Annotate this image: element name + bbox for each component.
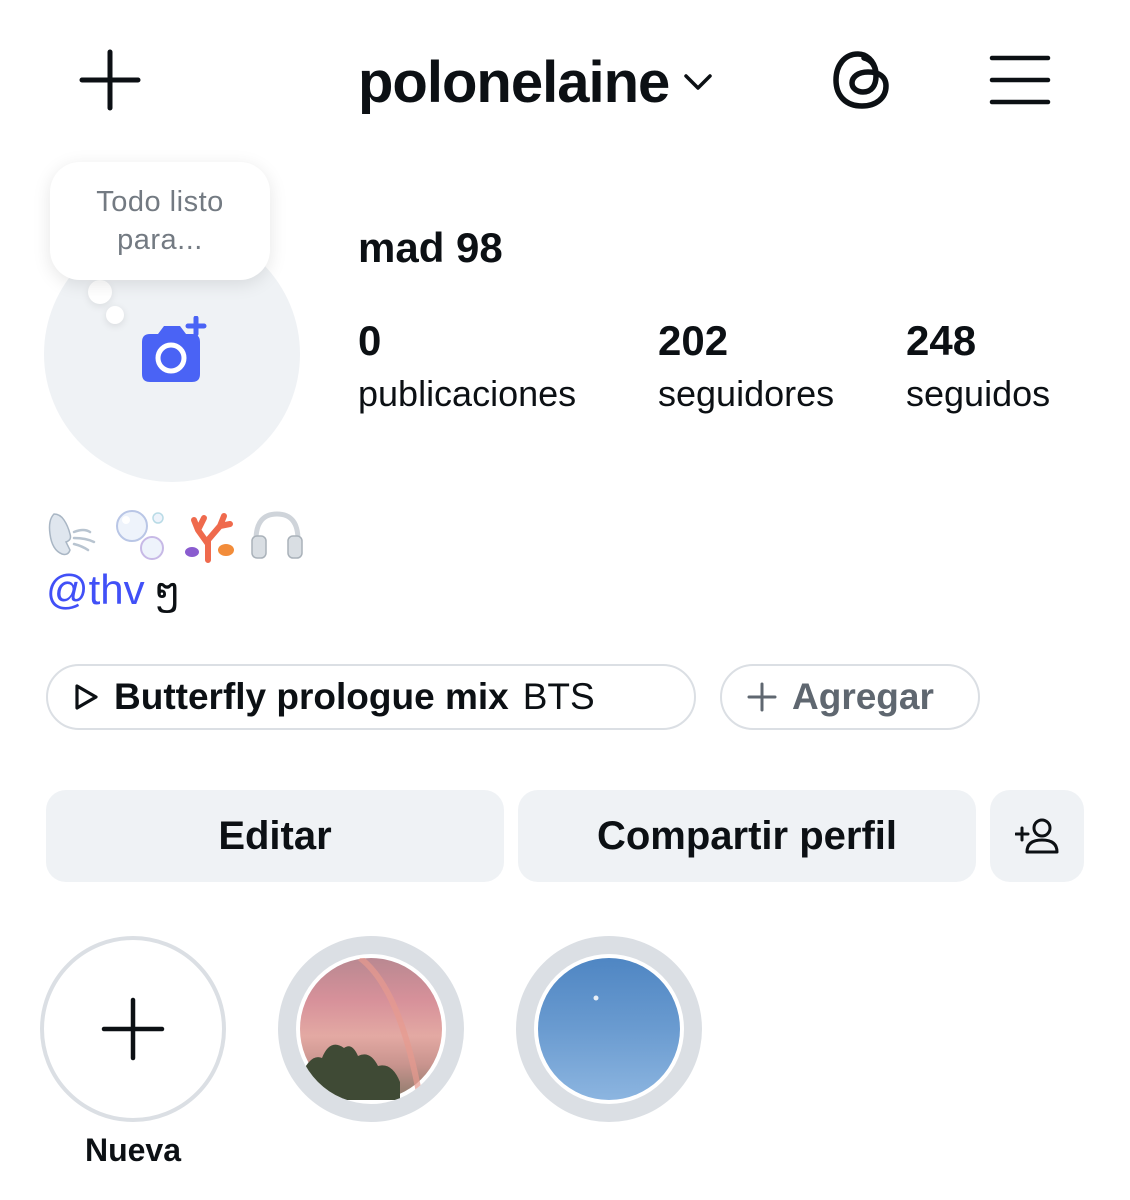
highlight-item[interactable] bbox=[278, 936, 464, 1122]
plus-icon bbox=[100, 996, 166, 1062]
note-bubble[interactable]: Todo listo para... bbox=[50, 162, 270, 280]
stat-followers-label: seguidores bbox=[658, 373, 835, 414]
bio-suffix: ໆ bbox=[154, 571, 181, 613]
menu-button[interactable] bbox=[988, 52, 1052, 108]
new-highlight-label: Nueva bbox=[84, 1132, 182, 1168]
note-bubble-dot bbox=[106, 306, 124, 324]
threads-icon bbox=[833, 51, 889, 109]
face-blowing-wind-icon bbox=[44, 506, 102, 564]
music-pill[interactable]: Butterfly prologue mix BTS bbox=[46, 664, 696, 730]
stat-posts-label: publicaciones bbox=[358, 373, 577, 414]
coral-icon bbox=[180, 506, 238, 564]
note-text: Todo listo para... bbox=[96, 186, 224, 256]
share-profile-button[interactable]: Compartir perfil bbox=[518, 790, 976, 882]
highlight-item[interactable] bbox=[516, 936, 702, 1122]
highlight-ring-gap bbox=[296, 954, 446, 1104]
add-label: Agregar bbox=[792, 676, 934, 717]
stat-following-label: seguidos bbox=[906, 373, 1051, 414]
highlight-thumbnail-blue-sky bbox=[538, 958, 680, 1100]
stat-followers[interactable]: 202 seguidores bbox=[658, 316, 834, 422]
stat-followers-count: 202 bbox=[658, 317, 729, 364]
plus-icon bbox=[79, 49, 141, 111]
edit-profile-button[interactable]: Editar bbox=[46, 790, 504, 882]
bio-emojis bbox=[44, 506, 306, 564]
new-post-button[interactable] bbox=[76, 46, 144, 114]
music-artist: BTS bbox=[522, 676, 595, 717]
username: polonelaine bbox=[358, 49, 670, 115]
headphones-icon bbox=[248, 506, 306, 564]
threads-button[interactable] bbox=[830, 46, 894, 114]
chevron-down-icon bbox=[684, 74, 713, 90]
stat-posts-count: 0 bbox=[358, 317, 382, 364]
music-title: Butterfly prologue mix bbox=[114, 676, 509, 717]
account-switcher[interactable]: polonelaine bbox=[358, 44, 713, 120]
bio-mention-link[interactable]: @thv bbox=[46, 566, 145, 614]
highlight-thumbnail-rainbow-sky bbox=[300, 955, 442, 1100]
note-bubble-tail bbox=[88, 280, 112, 304]
bio-line: @thv ໆ bbox=[46, 566, 180, 614]
stat-following-count: 248 bbox=[906, 317, 977, 364]
plus-icon bbox=[747, 682, 777, 712]
bubbles-icon bbox=[112, 506, 170, 564]
add-link-pill[interactable]: Agregar bbox=[720, 664, 980, 730]
hamburger-menu-icon bbox=[989, 55, 1051, 105]
stat-following[interactable]: 248 seguidos bbox=[906, 316, 1050, 422]
display-name: mad 98 bbox=[358, 224, 503, 271]
play-icon bbox=[75, 684, 98, 710]
highlight-ring-gap bbox=[534, 954, 684, 1104]
add-photo-camera-icon[interactable] bbox=[134, 315, 210, 388]
add-user-icon bbox=[1015, 818, 1059, 854]
discover-people-button[interactable] bbox=[990, 790, 1084, 882]
stat-posts[interactable]: 0 publicaciones bbox=[358, 316, 576, 422]
